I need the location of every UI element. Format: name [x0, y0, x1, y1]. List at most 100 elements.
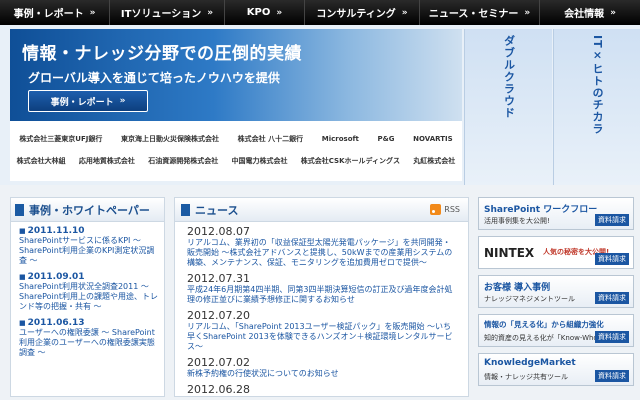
client-logo: P&G — [377, 135, 395, 143]
nav-item-label: KPO — [246, 7, 271, 18]
button-label: 事例・レポート — [50, 97, 114, 108]
it-people-label: IT×ヒトのチカラ — [591, 35, 604, 135]
client-logo: NOVARTIS — [413, 135, 453, 143]
news-header: ニュース RSS — [175, 198, 468, 222]
client-logo: 応用地質株式会社 — [78, 157, 135, 165]
bullet-icon: ■ — [19, 319, 26, 327]
case-report-button[interactable]: 事例・レポート » — [28, 90, 148, 112]
nav-item-it-solution[interactable]: ITソリューション » — [110, 0, 225, 25]
news-item: 2012.06.28 — [175, 380, 468, 397]
banner-title: KnowledgeMarket — [484, 358, 576, 368]
chevron-right-icon: » — [119, 96, 126, 106]
content-area: 事例・ホワイトペーパー ■ 2011.11.10 SharePointサービスに係… — [0, 185, 640, 400]
banner-title: SharePoint ワークフロー — [484, 205, 598, 215]
case-whitepaper-header: 事例・ホワイトペーパー — [11, 198, 164, 222]
request-doc-button[interactable]: 資料請求 — [595, 292, 629, 304]
case-date: 2011.11.10 — [27, 226, 85, 236]
banner-title: NINTEX — [484, 246, 535, 260]
top-navigation: 事例・レポート » ITソリューション » KPO » コンサルティング » ニュース・… — [0, 0, 640, 25]
client-logos: 株式会社三菱東京UFJ銀行 東京海上日動火災保険株式会社 株式会社 八十二銀行 … — [10, 121, 462, 181]
news-item: 2012.07.20 リアルコム、「SharePoint 2013ユーザー検証パ… — [175, 306, 468, 353]
client-logo: Microsoft — [321, 135, 359, 143]
client-logo: 東京海上日動火災保険株式会社 — [121, 135, 220, 143]
double-cloud-label: ダブルクラウド — [502, 35, 516, 119]
it-people-banner[interactable]: IT×ヒトのチカラ — [553, 29, 640, 185]
nav-item-kpo[interactable]: KPO » — [225, 0, 305, 25]
knowledge-market-banner[interactable]: KnowledgeMarket 情報・ナレッジ共有ツール 資料請求 — [478, 353, 634, 386]
banner-subtitle: 活用事例集を大公開! — [484, 217, 550, 225]
visualization-banner[interactable]: 情報の「見える化」から組織力強化 知的資産の見える化が「Know-Who」に! … — [478, 314, 634, 347]
double-cloud-banner[interactable]: ダブルクラウド — [464, 29, 552, 185]
request-doc-button[interactable]: 資料請求 — [595, 253, 629, 265]
news-date: 2012.07.31 — [187, 272, 250, 285]
logo-row: 株式会社三菱東京UFJ銀行 東京海上日動火災保険株式会社 株式会社 八十二銀行 … — [10, 129, 462, 149]
client-logo: 丸紅株式会社 — [413, 157, 456, 165]
nav-item-label: 事例・レポート — [13, 9, 84, 20]
case-date: 2011.09.01 — [27, 272, 85, 282]
promo-banners: SharePoint ワークフロー 活用事例集を大公開! 資料請求 NINTEX… — [478, 197, 634, 397]
case-whitepaper-heading: 事例・ホワイトペーパー — [29, 203, 150, 217]
hero-title: 情報・ナレッジ分野での圧倒的実績 — [22, 44, 302, 64]
chevron-right-icon: » — [276, 7, 283, 18]
case-date: 2011.06.13 — [27, 318, 85, 328]
bullet-icon: ■ — [19, 227, 26, 235]
news-icon — [181, 203, 190, 216]
chevron-right-icon: » — [89, 7, 96, 18]
banner-subtitle: 情報・ナレッジ共有ツール — [484, 373, 568, 381]
list-item[interactable]: ■ 2011.06.13 ユーザーへの権限委譲 ～ SharePoint利用企業の… — [11, 314, 164, 360]
hero-section: 情報・ナレッジ分野での圧倒的実績 グローバル導入を通じて培ったノウハウを提供 事… — [0, 25, 640, 185]
case-date-row: ■ 2011.09.01 — [19, 272, 158, 282]
request-doc-button[interactable]: 資料請求 — [595, 331, 629, 343]
news-item: 2012.07.31 平成24年6月期第4四半期、同第3四半期決算短信の訂正及び… — [175, 269, 468, 306]
nav-item-label: 会社情報 — [564, 9, 605, 20]
hero-subtitle: グローバル導入を通じて培ったノウハウを提供 — [28, 71, 280, 85]
rss-label: RSS — [444, 205, 460, 214]
case-whitepaper-panel: 事例・ホワイトペーパー ■ 2011.11.10 SharePointサービスに係… — [10, 197, 165, 397]
nav-item-company[interactable]: 会社情報 » — [540, 0, 640, 25]
client-logo: 株式会社大林組 — [16, 157, 66, 165]
nav-item-case-report[interactable]: 事例・レポート » — [0, 0, 110, 25]
document-icon — [15, 203, 24, 216]
case-title-link[interactable]: ユーザーへの権限委譲 ～ SharePoint利用企業のユーザーへの権限委譲実態… — [19, 328, 158, 358]
nav-item-news-seminar[interactable]: ニュース・セミナー » — [420, 0, 540, 25]
rss-link[interactable]: RSS — [430, 204, 460, 215]
nav-item-consulting[interactable]: コンサルティング » — [305, 0, 420, 25]
bullet-icon: ■ — [19, 273, 26, 281]
request-doc-button[interactable]: 資料請求 — [595, 214, 629, 226]
news-date: 2012.07.20 — [187, 309, 250, 322]
logo-row: 株式会社大林組 応用地質株式会社 石油資源開発株式会社 中国電力株式会社 株式会… — [10, 151, 462, 171]
client-logo: 石油資源開発株式会社 — [148, 157, 219, 165]
news-date: 2012.07.02 — [187, 356, 250, 369]
client-logo: 株式会社CSKホールディングス — [300, 157, 401, 165]
request-doc-button[interactable]: 資料請求 — [595, 370, 629, 382]
news-heading: ニュース — [195, 203, 239, 217]
nav-item-label: ニュース・セミナー — [428, 9, 519, 20]
banner-title: お客様 導入事例 — [484, 283, 551, 293]
client-logo: 株式会社 八十二銀行 — [237, 135, 304, 143]
customer-case-banner[interactable]: お客様 導入事例 ナレッジマネジメントツール 資料請求 — [478, 275, 634, 308]
list-item[interactable]: ■ 2011.11.10 SharePointサービスに係るKPI ～ Share… — [11, 222, 164, 268]
case-title-link[interactable]: SharePointサービスに係るKPI ～ SharePoint利用企業のKP… — [19, 236, 158, 266]
news-panel: ニュース RSS 2012.08.07 リアルコム、業界初の「収益保証型太陽光発… — [174, 197, 469, 397]
nav-item-label: コンサルティング — [316, 9, 396, 20]
news-date: 2012.06.28 — [187, 383, 250, 396]
nintex-banner[interactable]: NINTEX 人気の秘密を大公開! 資料請求 — [478, 236, 634, 269]
chevron-right-icon: » — [401, 7, 408, 18]
news-item: 2012.08.07 リアルコム、業界初の「収益保証型太陽光発電パッケージ」を共… — [175, 222, 468, 269]
news-title-link[interactable]: リアルコム、「SharePoint 2013ユーザー検証パック」を販売開始 ～い… — [187, 322, 458, 352]
news-title-link[interactable]: 新株予約権の行使状況についてのお知らせ — [187, 369, 458, 379]
rss-icon — [430, 204, 442, 215]
news-title-link[interactable]: リアルコム、業界初の「収益保証型太陽光発電パッケージ」を共同開発・販売開始 ～株… — [187, 238, 458, 268]
chevron-right-icon: » — [207, 7, 214, 18]
list-item[interactable]: ■ 2011.09.01 SharePoint利用状況全調査2011 ～ Shar… — [11, 268, 164, 314]
case-date-row: ■ 2011.11.10 — [19, 226, 158, 236]
banner-subtitle: ナレッジマネジメントツール — [484, 295, 575, 303]
client-logo: 中国電力株式会社 — [231, 157, 288, 165]
sharepoint-workflow-banner[interactable]: SharePoint ワークフロー 活用事例集を大公開! 資料請求 — [478, 197, 634, 230]
case-title-link[interactable]: SharePoint利用状況全調査2011 ～ SharePoint利用上の課題… — [19, 282, 158, 312]
nav-item-label: ITソリューション — [120, 9, 202, 20]
case-date-row: ■ 2011.06.13 — [19, 318, 158, 328]
news-title-link[interactable]: 平成24年6月期第4四半期、同第3四半期決算短信の訂正及び過年度会計処理の修正並… — [187, 285, 458, 305]
news-date: 2012.08.07 — [187, 225, 250, 238]
client-logo: 株式会社三菱東京UFJ銀行 — [19, 135, 103, 143]
